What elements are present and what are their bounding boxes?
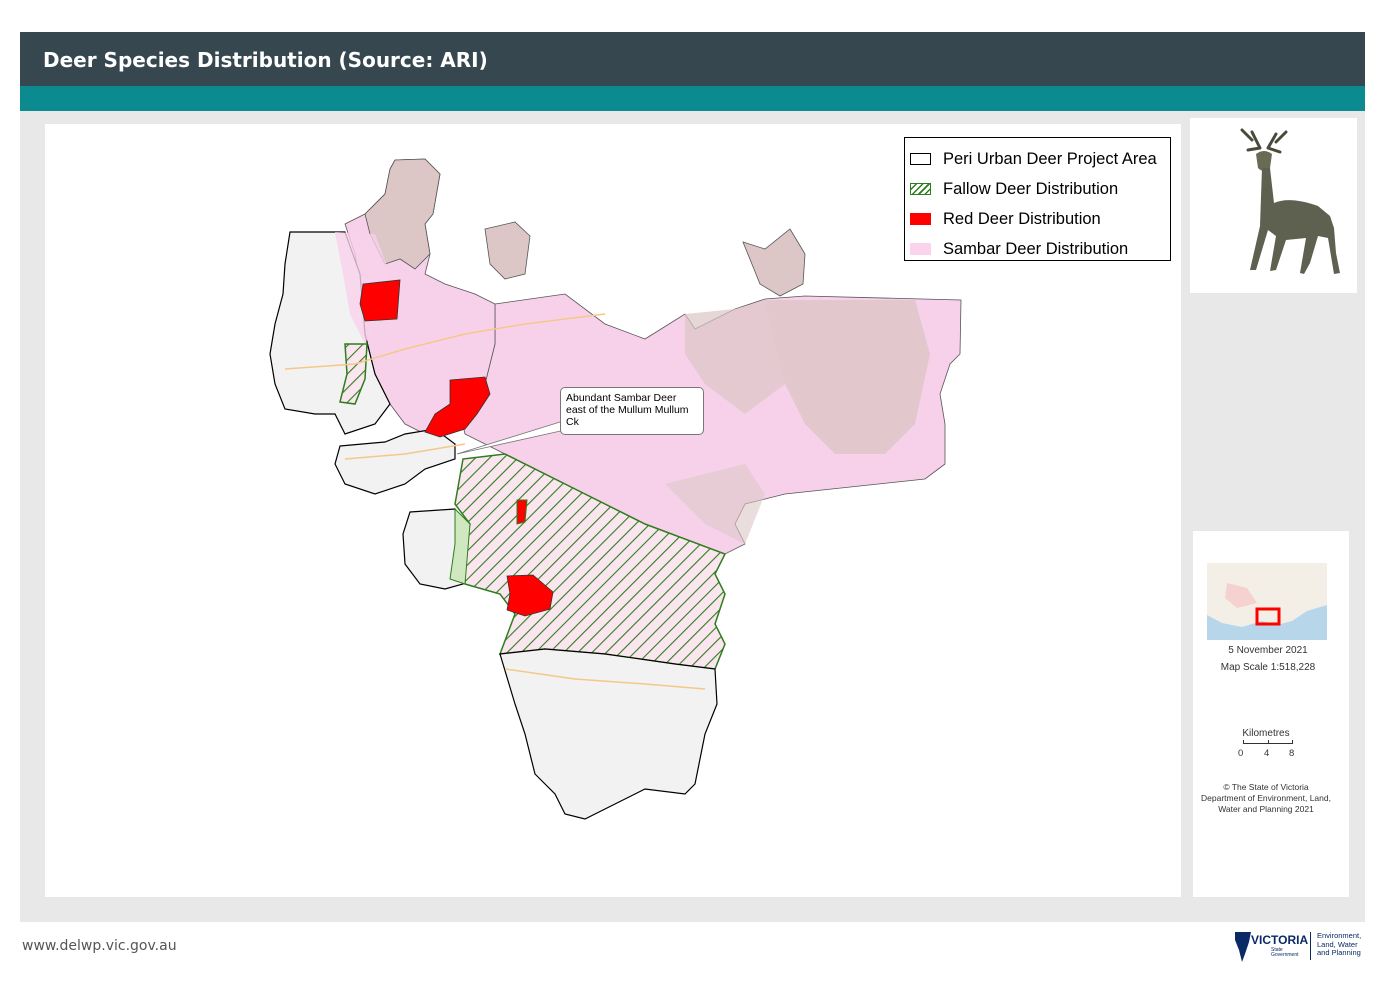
inset-map (1207, 563, 1327, 640)
map-callout: Abundant Sambar Deer east of the Mullum … (560, 387, 704, 435)
deer-panel (1190, 118, 1357, 293)
legend-item-fallow: Fallow Deer Distribution (905, 174, 1170, 204)
info-panel: 5 November 2021 Map Scale 1:518,228 Kilo… (1193, 531, 1349, 897)
legend-item-sambar: Sambar Deer Distribution (905, 234, 1170, 264)
scale-tick: 8 (1289, 748, 1295, 759)
scale-bar-label: Kilometres (1242, 728, 1290, 739)
map-panel[interactable]: Peri Urban Deer Project Area Fallow Deer… (45, 124, 1181, 897)
legend-swatch-hatch (910, 183, 931, 195)
copyright-notice: © The State of Victoria Department of En… (1193, 782, 1339, 815)
victoria-map-icon (1235, 932, 1251, 962)
scale-tick: 0 (1238, 748, 1244, 759)
legend-label: Fallow Deer Distribution (943, 179, 1119, 198)
legend-label: Red Deer Distribution (943, 209, 1101, 228)
scale-bar (1243, 740, 1293, 744)
scale-tick: 4 (1264, 748, 1270, 759)
south-region (499, 648, 718, 820)
header-bar: Deer Species Distribution (Source: ARI) (20, 32, 1365, 86)
copyright-line: © The State of Victoria (1223, 782, 1309, 792)
victoria-land (1207, 563, 1327, 627)
red-deer-patch-1 (359, 279, 401, 322)
logo-dept: Environment, Land, Water and Planning (1317, 931, 1361, 958)
legend-swatch-outline (910, 153, 931, 165)
central-urban-region (334, 428, 456, 495)
legend-swatch-pink (910, 243, 931, 255)
legend-label: Peri Urban Deer Project Area (943, 149, 1157, 168)
map-date: 5 November 2021 (1228, 645, 1308, 656)
logo-sub-line: Government (1271, 952, 1299, 958)
footer-url[interactable]: www.delwp.vic.gov.au (22, 938, 177, 954)
logo-name: VICTORIA (1251, 933, 1309, 947)
logo-divider (1310, 932, 1311, 960)
map-legend: Peri Urban Deer Project Area Fallow Deer… (904, 137, 1171, 261)
red-deer-patch-3 (516, 499, 528, 525)
logo-dept-line: and Planning (1317, 948, 1361, 957)
inset-map-canvas (1207, 563, 1327, 627)
legend-item-red: Red Deer Distribution (905, 204, 1170, 234)
mauve-island (484, 221, 531, 280)
map-scale: Map Scale 1:518,228 (1220, 662, 1316, 673)
copyright-line: Department of Environment, Land, (1201, 793, 1331, 803)
legend-item-project-area: Peri Urban Deer Project Area (905, 144, 1170, 174)
accent-bar (20, 86, 1365, 111)
logo-sub: State Government (1271, 948, 1299, 958)
mauve-northeast (742, 228, 806, 297)
deer-icon (1240, 128, 1340, 274)
legend-label: Sambar Deer Distribution (943, 239, 1129, 258)
copyright-line: Water and Planning 2021 (1218, 804, 1314, 814)
page-title: Deer Species Distribution (Source: ARI) (43, 48, 488, 72)
legend-swatch-red (910, 213, 931, 225)
victoria-logo-icon: VICTORIA State Government Environment, L… (1233, 928, 1365, 964)
